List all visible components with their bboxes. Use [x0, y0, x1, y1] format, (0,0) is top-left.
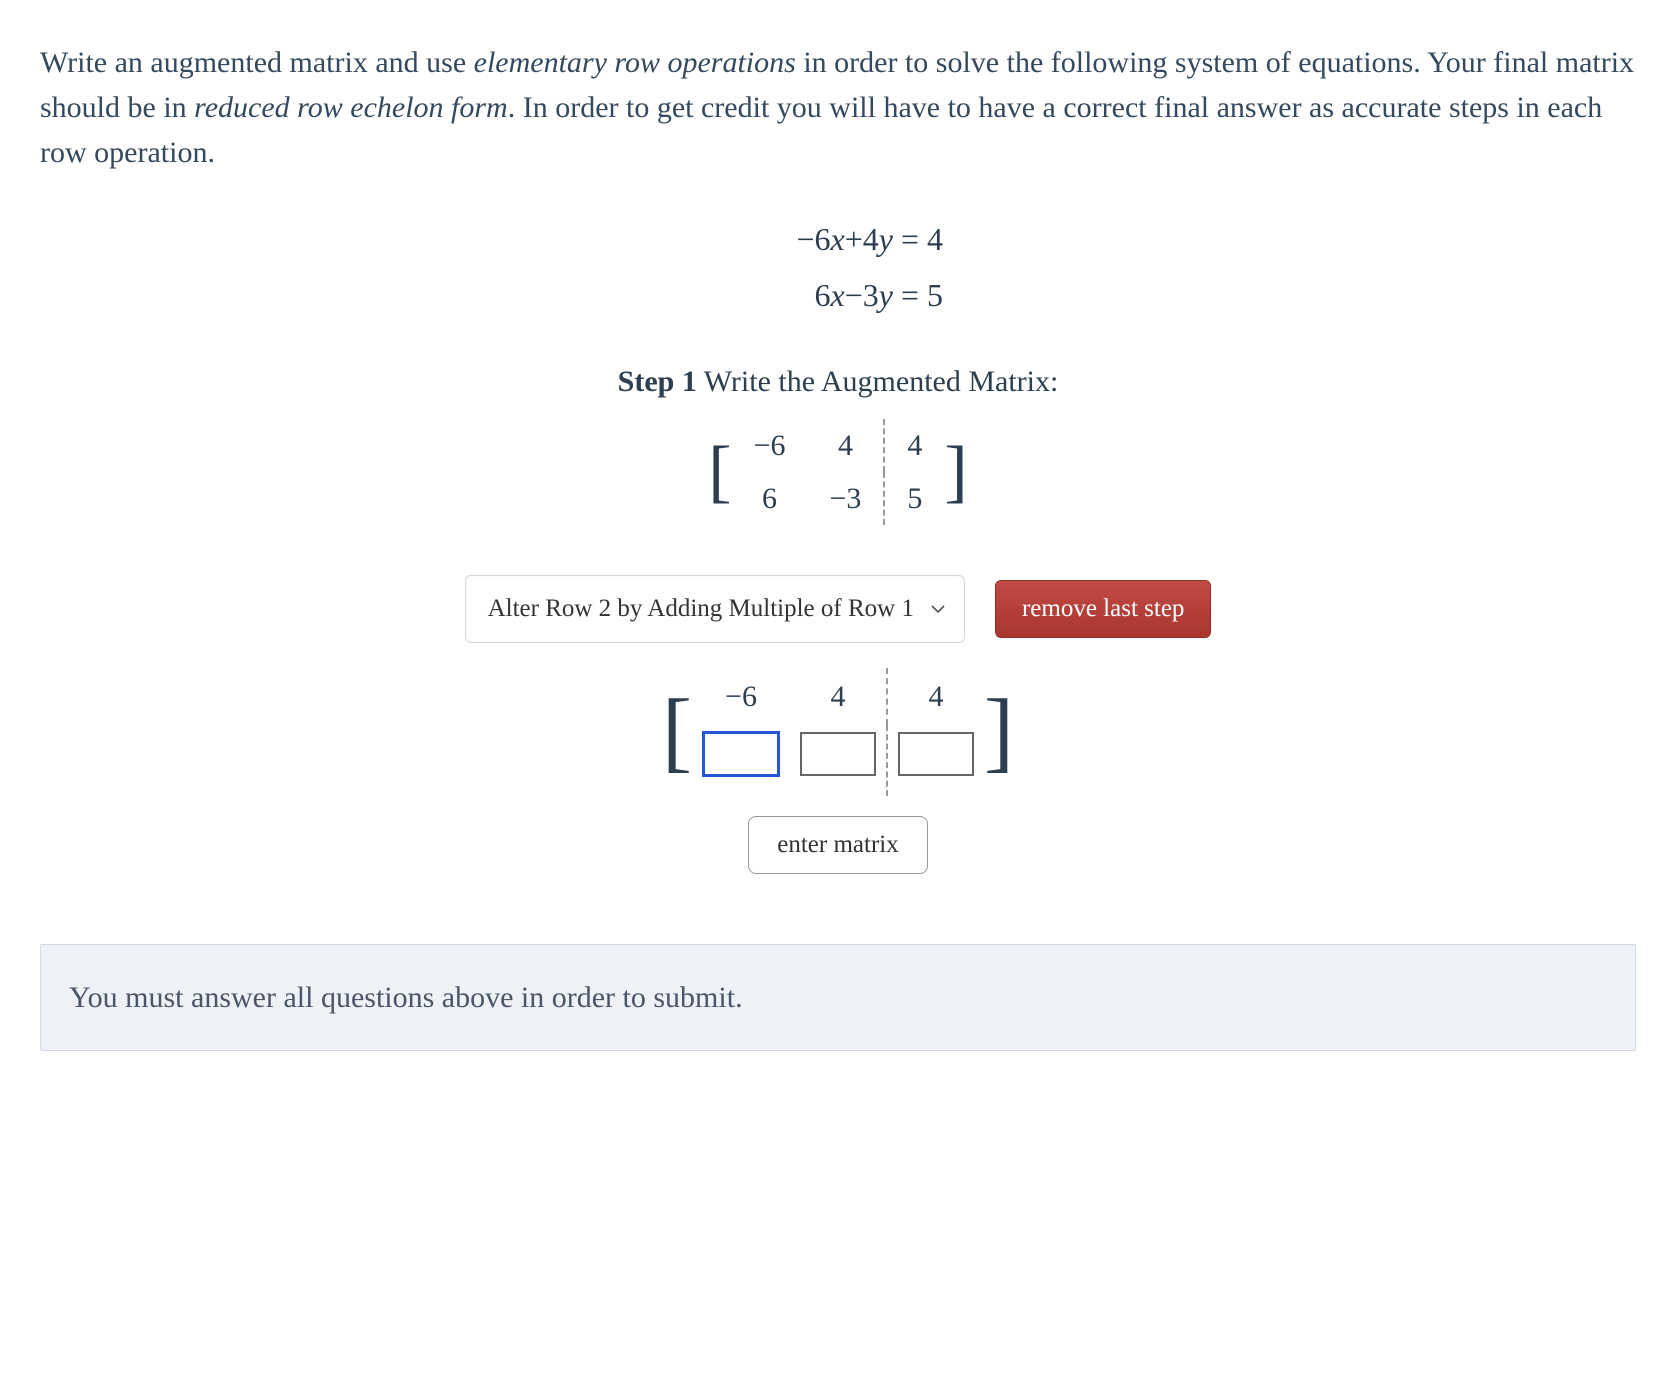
- enter-matrix-label: enter matrix: [777, 831, 898, 858]
- input-r2c1[interactable]: [702, 731, 780, 777]
- eq1-lhs: −6x+4y: [796, 221, 893, 257]
- equation-2: 6x−3y = 5: [40, 271, 1636, 319]
- matrix-r2c2: −3: [808, 472, 884, 525]
- input-r1c1: −6: [692, 668, 790, 725]
- input-r2c2[interactable]: [800, 732, 876, 776]
- submit-notice-text: You must answer all questions above in o…: [69, 981, 743, 1014]
- row-operation-selected-value: Alter Row 2 by Adding Multiple of Row 1: [488, 590, 914, 628]
- input-r2c2-cell: [790, 725, 886, 796]
- bracket-right-icon: ]: [984, 696, 1014, 768]
- input-r2c1-cell: [692, 725, 790, 796]
- input-r1c3: 4: [886, 668, 984, 725]
- equation-1: −6x+4y = 4: [40, 215, 1636, 263]
- matrix-r1c1: −6: [732, 419, 808, 472]
- input-r2c3-cell: [886, 725, 984, 796]
- problem-text-pre: Write an augmented matrix and use: [40, 46, 474, 79]
- remove-last-step-button[interactable]: remove last step: [995, 580, 1211, 638]
- equation-system: −6x+4y = 4 6x−3y = 5: [40, 215, 1636, 319]
- input-r1c2: 4: [790, 668, 886, 725]
- chevron-down-icon: [930, 601, 946, 617]
- bracket-right-icon: ]: [944, 442, 967, 502]
- controls-row: Alter Row 2 by Adding Multiple of Row 1 …: [40, 575, 1636, 643]
- matrix-input-section: [ −6 4 4 ] enter matrix: [40, 668, 1636, 874]
- enter-matrix-button[interactable]: enter matrix: [748, 816, 927, 874]
- problem-em-2: reduced row echelon form: [194, 91, 508, 124]
- step-1-rest: Write the Augmented Matrix:: [697, 365, 1059, 398]
- augmented-matrix-display: [ −6 4 4 6 −3 5 ]: [708, 419, 967, 525]
- problem-statement: Write an augmented matrix and use elemen…: [40, 40, 1636, 175]
- eq1-rhs: = 4: [893, 215, 943, 263]
- input-r2c3[interactable]: [898, 732, 974, 776]
- eq2-lhs: 6x−3y: [815, 277, 893, 313]
- step-1-section: Step 1 Write the Augmented Matrix: [ −6 …: [40, 359, 1636, 540]
- bracket-left-icon: [: [662, 696, 692, 768]
- remove-last-step-label: remove last step: [1022, 595, 1184, 622]
- problem-em-1: elementary row operations: [474, 46, 796, 79]
- step-1-heading: Step 1 Write the Augmented Matrix:: [40, 359, 1636, 404]
- matrix-input: [ −6 4 4 ]: [662, 668, 1014, 796]
- matrix-r1c2: 4: [808, 419, 884, 472]
- eq2-rhs: = 5: [893, 271, 943, 319]
- row-operation-select[interactable]: Alter Row 2 by Adding Multiple of Row 1: [465, 575, 965, 643]
- matrix-r1c3: 4: [883, 419, 944, 472]
- submit-notice: You must answer all questions above in o…: [40, 944, 1636, 1051]
- matrix-r2c3: 5: [883, 472, 944, 525]
- step-1-label: Step 1: [618, 365, 697, 398]
- bracket-left-icon: [: [708, 442, 731, 502]
- matrix-r2c1: 6: [732, 472, 808, 525]
